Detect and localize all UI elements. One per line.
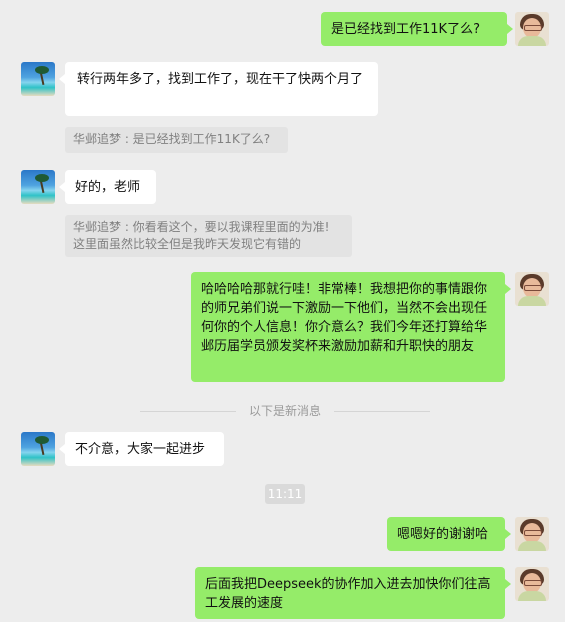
timestamp: 11:11 <box>265 484 305 504</box>
avatar-student[interactable] <box>21 62 55 96</box>
message-bubble-outgoing[interactable]: 后面我把Deepseek的协作加入进去加快你们往高工发展的速度 <box>195 567 505 619</box>
avatar-student[interactable] <box>21 432 55 466</box>
message-bubble-outgoing[interactable]: 嗯嗯好的谢谢哈 <box>387 517 505 551</box>
message-bubble-incoming[interactable]: 转行两年多了，找到工作了，现在干了快两个月了 <box>65 62 378 116</box>
divider-label: 以下是新消息 <box>248 404 321 418</box>
quoted-message[interactable]: 华邺追梦 : 是已经找到工作11K了么? <box>65 127 288 153</box>
avatar-teacher[interactable] <box>515 12 549 46</box>
quoted-message[interactable]: 华邺追梦 : 你看看这个，要以我课程里面的为准! 这里面虽然比较全但是我昨天发现… <box>65 215 352 257</box>
message-bubble-outgoing[interactable]: 哈哈哈哈那就行哇！非常棒！我想把你的事情跟你的师兄弟们说一下激励一下他们，当然不… <box>191 272 505 382</box>
quote-line: 这里面虽然比较全但是我昨天发现它有错的 <box>73 237 302 251</box>
avatar-teacher[interactable] <box>515 567 549 601</box>
message-bubble-outgoing[interactable]: 是已经找到工作11K了么? <box>321 12 507 46</box>
bubble-tail <box>505 284 511 294</box>
bubble-tail <box>505 529 511 539</box>
new-messages-divider: 以下是新消息 <box>140 403 430 419</box>
quote-line: 华邺追梦 : 你看看这个，要以我课程里面的为准! <box>73 220 330 234</box>
avatar-teacher[interactable] <box>515 272 549 306</box>
message-bubble-incoming[interactable]: 好的，老师 <box>65 170 156 204</box>
message-bubble-incoming[interactable]: 不介意，大家一起进步 <box>65 432 224 466</box>
avatar-student[interactable] <box>21 170 55 204</box>
bubble-tail <box>507 24 513 34</box>
avatar-teacher[interactable] <box>515 517 549 551</box>
bubble-tail <box>505 579 511 589</box>
